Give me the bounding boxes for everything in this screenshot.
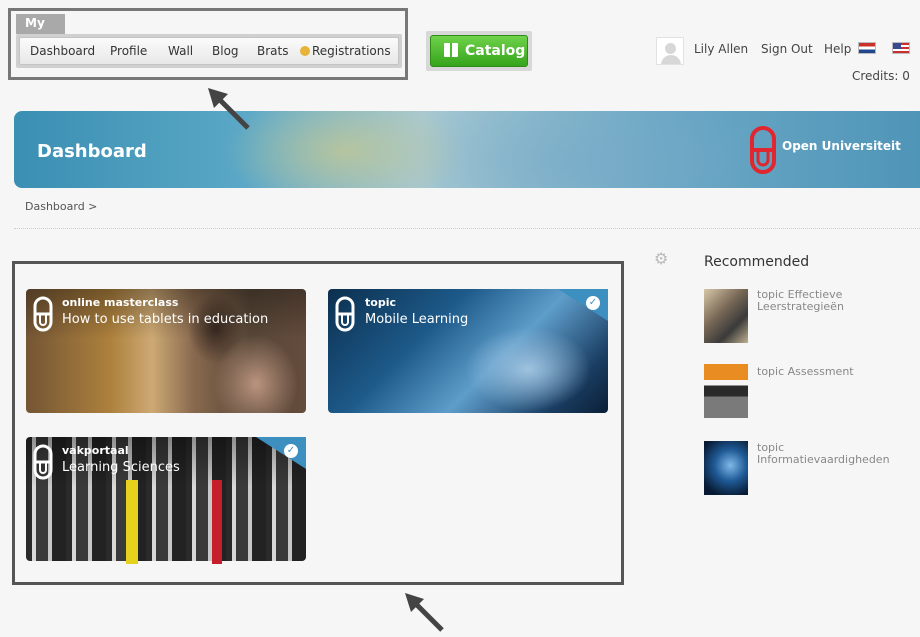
open-universiteit-card-icon <box>33 296 53 332</box>
red-bike-frame <box>212 480 222 564</box>
nav-dashboard[interactable]: Dashboard <box>30 44 95 58</box>
nav-brats[interactable]: Brats <box>257 44 288 58</box>
recommended-thumbnail[interactable] <box>704 364 748 418</box>
nav-wall[interactable]: Wall <box>168 44 193 58</box>
book-icon <box>444 43 458 57</box>
recommended-item-informatie[interactable]: topic Informatievaardigheden <box>757 442 890 466</box>
nav-registrations-label: Registrations <box>312 44 391 58</box>
catalog-label: Catalog <box>465 43 526 59</box>
page-title: Dashboard <box>37 141 147 162</box>
open-universiteit-logo-icon <box>750 126 776 174</box>
recommended-item-line: Leerstrategieën <box>757 300 844 313</box>
open-universiteit-card-icon <box>33 444 53 480</box>
nav-registrations[interactable]: Registrations <box>300 44 391 58</box>
nav-blog[interactable]: Blog <box>212 44 239 58</box>
sign-out-link[interactable]: Sign Out <box>761 42 813 56</box>
user-name[interactable]: Lily Allen <box>694 42 748 56</box>
my-tab-label: My <box>25 16 45 30</box>
english-flag-icon[interactable] <box>892 42 910 54</box>
avatar[interactable] <box>656 37 684 65</box>
yellow-bike-frame <box>126 480 138 564</box>
open-universiteit-card-icon <box>335 296 355 332</box>
recommended-thumbnail[interactable] <box>704 441 748 495</box>
credits-count: Credits: 0 <box>852 69 910 83</box>
checked-corner-badge <box>558 289 608 321</box>
check-icon: ✓ <box>586 296 600 310</box>
card-type-label: topic <box>365 296 396 309</box>
recommended-thumbnail[interactable] <box>704 289 748 343</box>
help-link[interactable]: Help <box>824 42 851 56</box>
recommended-item-line: topic Assessment <box>757 365 854 378</box>
check-icon: ✓ <box>284 444 298 458</box>
recommended-item-effectieve[interactable]: topic Effectieve Leerstrategieën <box>757 289 844 313</box>
card-type-label: online masterclass <box>62 296 179 309</box>
dutch-flag-icon[interactable] <box>858 42 876 54</box>
annotation-arrow-up <box>208 88 250 130</box>
nav-profile[interactable]: Profile <box>110 44 147 58</box>
registrations-icon <box>300 46 310 56</box>
annotation-arrow-up <box>405 593 444 632</box>
card-title: Learning Sciences <box>62 460 180 475</box>
card-title: How to use tablets in education <box>62 312 269 327</box>
card-type-label: vakportaal <box>62 444 129 457</box>
breadcrumb[interactable]: Dashboard > <box>25 200 97 213</box>
recommended-heading: Recommended <box>704 254 810 270</box>
checked-corner-badge <box>256 437 306 469</box>
brand-name: Open Universiteit <box>782 139 901 153</box>
recommended-item-line: Informatievaardigheden <box>757 453 890 466</box>
my-tab[interactable]: My <box>16 14 65 34</box>
card-title: Mobile Learning <box>365 312 469 327</box>
recommended-item-assessment[interactable]: topic Assessment <box>757 366 854 378</box>
gear-icon[interactable]: ⚙ <box>654 251 670 267</box>
divider <box>14 228 920 229</box>
